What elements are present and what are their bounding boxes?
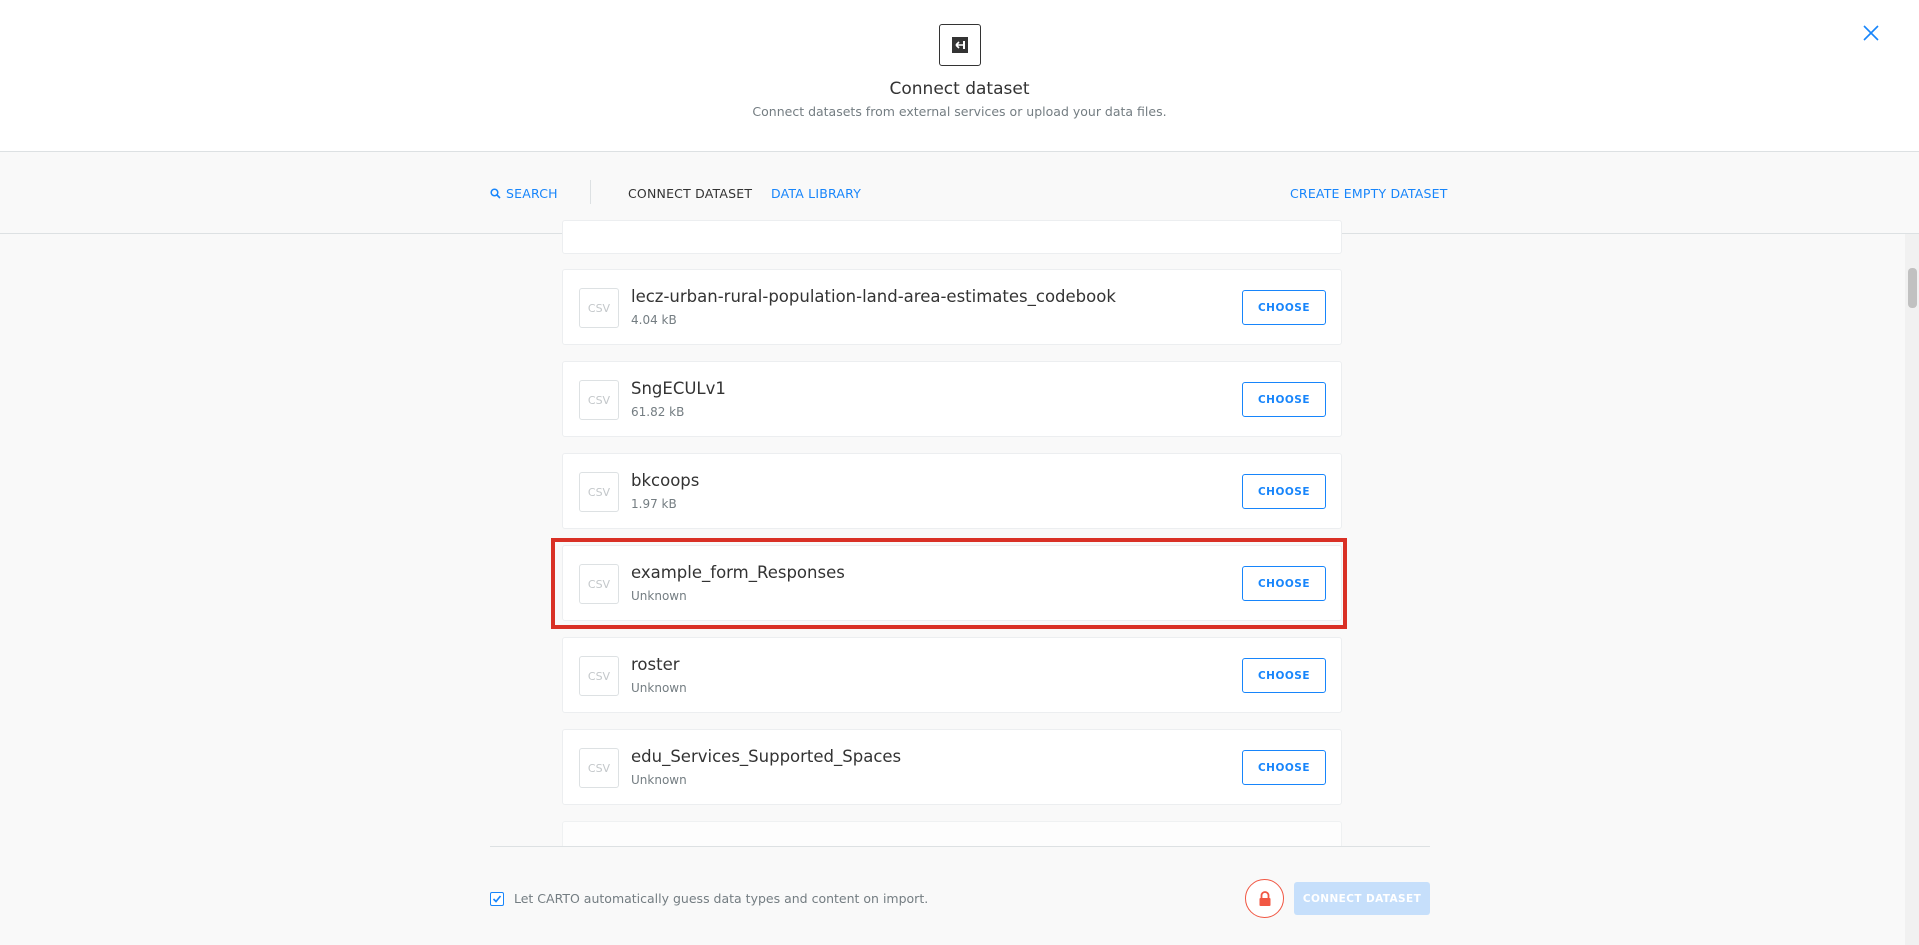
list-item: CSV lecz-urban-rural-population-land-are… <box>562 269 1342 345</box>
csv-icon: CSV <box>579 564 619 604</box>
csv-icon: CSV <box>579 288 619 328</box>
modal-footer: Let CARTO automatically guess data types… <box>0 846 1905 945</box>
dataset-size: Unknown <box>631 589 687 603</box>
dataset-name: lecz-urban-rural-population-land-area-es… <box>631 287 1116 306</box>
scrollbar-track[interactable] <box>1905 234 1919 945</box>
guess-types-checkbox[interactable] <box>490 892 504 906</box>
modal-subtitle: Connect datasets from external services … <box>752 104 1167 119</box>
list-item: CSV edu_Services_Supported_Spaces Unknow… <box>562 729 1342 805</box>
list-item <box>562 220 1342 254</box>
lock-icon <box>1259 890 1270 906</box>
dataset-size: 1.97 kB <box>631 497 677 511</box>
search-icon <box>490 188 501 199</box>
dataset-name: example_form_Responses <box>631 563 845 582</box>
csv-icon: CSV <box>579 380 619 420</box>
choose-button[interactable]: CHOOSE <box>1242 750 1326 785</box>
list-item: CSV bkcoops 1.97 kB CHOOSE <box>562 453 1342 529</box>
csv-icon: CSV <box>579 472 619 512</box>
footer-divider <box>490 846 1430 847</box>
list-item: CSV SngECULv1 61.82 kB CHOOSE <box>562 361 1342 437</box>
choose-button[interactable]: CHOOSE <box>1242 474 1326 509</box>
scrollbar-thumb[interactable] <box>1908 268 1917 308</box>
csv-icon: CSV <box>579 748 619 788</box>
modal-header: Connect dataset Connect datasets from ex… <box>0 0 1919 152</box>
dataset-size: Unknown <box>631 773 687 787</box>
tab-divider <box>590 180 591 204</box>
csv-icon: CSV <box>579 656 619 696</box>
connect-dataset-icon <box>939 24 981 66</box>
close-icon[interactable] <box>1858 20 1884 46</box>
choose-button[interactable]: CHOOSE <box>1242 290 1326 325</box>
privacy-lock-button[interactable] <box>1245 879 1284 918</box>
choose-button[interactable]: CHOOSE <box>1242 566 1326 601</box>
dataset-size: 4.04 kB <box>631 313 677 327</box>
connect-dataset-button[interactable]: CONNECT DATASET <box>1294 882 1430 915</box>
dataset-name: roster <box>631 655 680 674</box>
checkmark-icon <box>492 895 502 903</box>
guess-types-label: Let CARTO automatically guess data types… <box>514 891 929 906</box>
dataset-size: Unknown <box>631 681 687 695</box>
dataset-name: edu_Services_Supported_Spaces <box>631 747 902 766</box>
dataset-name: SngECULv1 <box>631 379 726 398</box>
choose-button[interactable]: CHOOSE <box>1242 658 1326 693</box>
list-item: CSV example_form_Responses Unknown CHOOS… <box>562 545 1342 621</box>
dataset-name: bkcoops <box>631 471 700 490</box>
choose-button[interactable]: CHOOSE <box>1242 382 1326 417</box>
tab-search[interactable]: SEARCH <box>490 153 558 234</box>
modal-title: Connect dataset <box>889 79 1030 99</box>
list-item: CSV roster Unknown CHOOSE <box>562 637 1342 713</box>
dataset-size: 61.82 kB <box>631 405 685 419</box>
tab-search-label: SEARCH <box>506 186 558 201</box>
